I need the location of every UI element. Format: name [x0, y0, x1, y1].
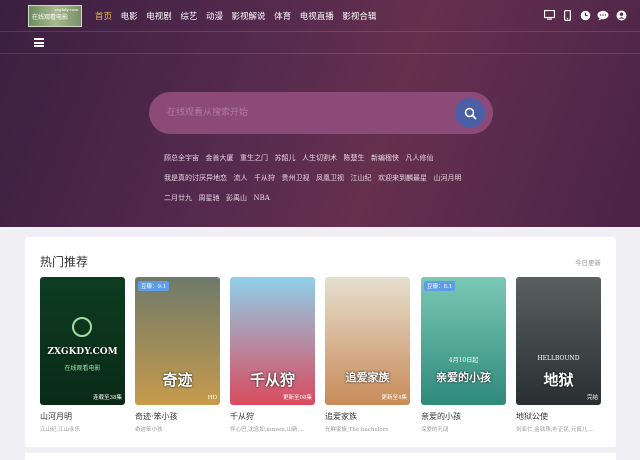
main-nav: 首页 电影 电视剧 综艺 动漫 影视解说 体育 电视直播 影视合辑 — [95, 10, 385, 22]
hot-tag[interactable]: 贵州卫视 — [282, 171, 310, 185]
today-update-link[interactable]: 今日更新 — [575, 257, 601, 267]
menu-icon[interactable] — [34, 38, 44, 48]
nav-item[interactable]: 电视剧 — [146, 10, 172, 22]
video-title[interactable]: 亲爱的小孩 — [421, 411, 506, 422]
chat-icon[interactable] — [597, 9, 609, 21]
poster-title-art: 地狱 — [543, 371, 574, 389]
hot-search-tags: 顾总全宇宙 金善大厦 重生之门 苏韶儿 人生切割术 陈楚生 新编楹侠 凡人修仙我是真的讨厌异地… — [164, 145, 494, 205]
video-title[interactable]: 地狱公使 — [516, 411, 601, 422]
hot-tag[interactable]: 苏韶儿 — [275, 151, 296, 165]
nav-item[interactable]: 首页 — [95, 10, 112, 22]
poster-image[interactable]: 亲爱的小孩 4月10日起 豆瓣：8.1 — [421, 277, 506, 405]
episode-note: 完结 — [586, 395, 598, 401]
video-subtitle: 光鲜家族,The bachelors — [325, 427, 389, 433]
hot-tag[interactable]: 陈楚生 — [344, 151, 365, 165]
poster-image[interactable]: 追爱家族更新至4集 — [325, 277, 410, 405]
video-subtitle: 刘亚仁,金铉珠,朴正民,元真儿,... — [516, 427, 595, 433]
hot-recommend-panel: 热门推荐 今日更新 ZXGKDY.COM 在线观看电影连载至38集山河月明江山纪,… — [25, 237, 616, 447]
poster-logo-art — [72, 317, 92, 337]
hot-tag[interactable]: 金善大厦 — [206, 151, 234, 165]
poster-image[interactable]: 地狱 HELLBOUND 完结 — [516, 277, 601, 405]
hot-tag[interactable]: 江山纪 — [351, 171, 372, 185]
poster-image[interactable]: 千从狩更新至08集 — [230, 277, 315, 405]
rating-badge: 豆瓣：9.1 — [138, 281, 170, 291]
hot-tag[interactable]: 山河月明 — [434, 171, 462, 185]
hot-tag[interactable]: 凡人修仙 — [406, 151, 434, 165]
poster-subtitle-art: 4月10日起 — [448, 357, 479, 364]
desktop-icon[interactable] — [543, 9, 555, 21]
poster-image[interactable]: ZXGKDY.COM 在线观看电影连载至38集 — [40, 277, 125, 405]
top-navbar: zxgkdy.com 在线观看电影 首页 电影 电视剧 综艺 动漫 影视解说 体育 电视直播影… — [0, 0, 640, 32]
hot-tag[interactable]: 二月廿九 — [164, 191, 192, 205]
poster-image[interactable]: 奇迹 豆瓣：9.1 HD — [135, 277, 220, 405]
history-icon[interactable] — [579, 9, 591, 21]
hot-tag[interactable]: 彭禹山 — [226, 191, 247, 205]
rating-badge: 豆瓣：8.1 — [424, 281, 456, 291]
hot-tag[interactable]: 周星驰 — [199, 191, 220, 205]
video-subtitle: 奇迹笨小孩 — [135, 427, 163, 433]
episode-note: 更新至4集 — [381, 395, 408, 401]
secondary-bar — [0, 32, 640, 54]
poster-subtitle-art: HELLBOUND — [537, 355, 580, 362]
mobile-icon[interactable] — [561, 9, 573, 21]
episode-note: HD — [207, 395, 217, 401]
top-icons — [537, 9, 627, 21]
video-title[interactable]: 千从狩 — [230, 411, 315, 422]
next-section — [25, 453, 616, 460]
video-title[interactable]: 奇迹·笨小孩 — [135, 411, 220, 422]
nav-item[interactable]: 电视直播 — [300, 10, 334, 22]
nav-item[interactable]: 体育 — [274, 10, 291, 22]
video-title[interactable]: 山河月明 — [40, 411, 125, 422]
video-card[interactable]: 地狱 HELLBOUND 完结地狱公使刘亚仁,金铉珠,朴正民,元真儿,... — [516, 277, 601, 433]
search-input[interactable] — [167, 105, 447, 121]
hot-tag[interactable]: NBA — [254, 191, 270, 205]
video-card[interactable]: ZXGKDY.COM 在线观看电影连载至38集山河月明江山纪,江山永乐 — [40, 277, 125, 433]
poster-title-art: ZXGKDY.COM — [47, 347, 118, 357]
nav-item[interactable]: 动漫 — [206, 10, 223, 22]
logo-text: 在线观看电影 — [32, 14, 69, 21]
video-card[interactable]: 奇迹 豆瓣：9.1 HD 奇迹·笨小孩奇迹笨小孩 — [135, 277, 220, 433]
poster-subtitle-art: 在线观看电影 — [64, 365, 101, 372]
hot-tag[interactable]: 人生切割术 — [302, 151, 337, 165]
nav-item[interactable]: 影视解说 — [232, 10, 266, 22]
hot-tag[interactable]: 我是真的讨厌异地恋 — [164, 171, 227, 185]
video-subtitle: 怦心巴,沈念如,kinsen,山新,... — [230, 427, 305, 433]
search-bar — [149, 92, 493, 134]
hot-tag[interactable]: 新编楹侠 — [371, 151, 399, 165]
video-card[interactable]: 追爱家族 更新至4集 追爱家族 光鲜家族,The bachelors — [325, 277, 410, 433]
nav-item[interactable]: 电影 — [121, 10, 138, 22]
section-title: 热门推荐 — [40, 255, 89, 269]
episode-note: 连载至38集 — [93, 395, 122, 401]
hot-tag[interactable]: 千从狩 — [254, 171, 275, 185]
nav-item[interactable]: 影视合辑 — [342, 10, 376, 22]
poster-title-art: 千从狩 — [249, 371, 295, 389]
video-title[interactable]: 追爱家族 — [325, 411, 410, 422]
video-card[interactable]: 千从狩 更新至08集 千从狩 怦心巴,沈念如,kinsen,山新,... — [230, 277, 315, 433]
user-icon[interactable] — [615, 9, 627, 21]
episode-note: 更新至08集 — [283, 395, 312, 401]
hot-tag[interactable]: 凤凰卫视 — [316, 171, 344, 185]
hot-tag[interactable]: 顾总全宇宙 — [164, 151, 199, 165]
hot-tag[interactable]: 重生之门 — [240, 151, 268, 165]
video-card[interactable]: 亲爱的小孩 4月10日起 豆瓣：8.1 亲爱的小孩深爱的孔阔 — [421, 277, 506, 433]
poster-title-art: 亲爱的小孩 — [436, 371, 491, 384]
nav-item[interactable]: 综艺 — [180, 10, 197, 22]
poster-title-art: 追爱家族 — [345, 371, 390, 384]
site-logo[interactable]: zxgkdy.com 在线观看电影 — [28, 5, 82, 27]
video-subtitle: 深爱的孔阔 — [421, 427, 449, 433]
video-subtitle: 江山纪,江山永乐 — [40, 427, 81, 433]
search-button[interactable] — [455, 98, 485, 128]
hot-tag[interactable]: 欢迎来到麟最星 — [378, 171, 427, 185]
search-icon — [464, 107, 477, 120]
hot-tag[interactable]: 流人 — [234, 171, 248, 185]
poster-title-art: 奇迹 — [162, 371, 193, 389]
